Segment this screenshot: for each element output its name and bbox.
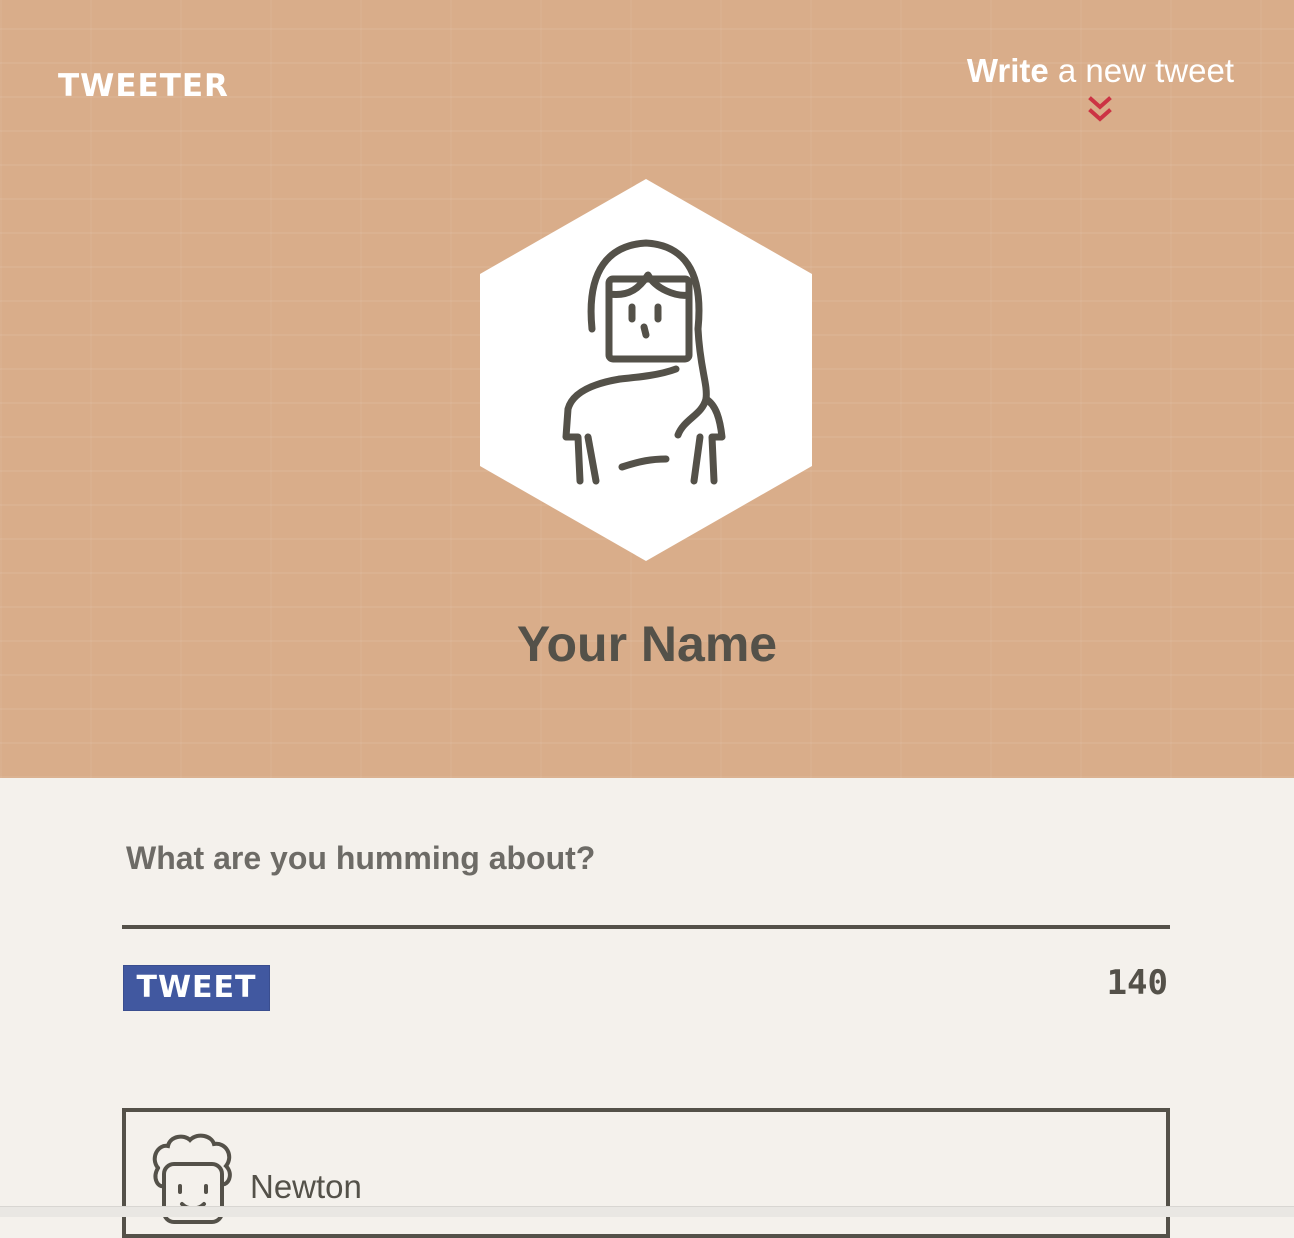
double-chevron-down-icon[interactable] xyxy=(1088,96,1112,126)
profile-hero: TWEETER Write a new tweet Your Name xyxy=(0,0,1294,778)
app-logo[interactable]: TWEETER xyxy=(58,68,229,104)
tweet-author-name: Newton xyxy=(250,1168,362,1205)
tweet-input[interactable]: What are you humming about? xyxy=(126,840,595,877)
tweet-card: Newton xyxy=(122,1108,1170,1238)
composer-divider xyxy=(122,925,1170,929)
page-bottom-edge xyxy=(0,1206,1294,1217)
write-link-rest: a new tweet xyxy=(1048,52,1234,89)
user-avatar-icon xyxy=(480,179,812,561)
write-link-bold: Write xyxy=(966,52,1049,89)
char-counter: 140 xyxy=(1106,963,1168,1003)
profile-name: Your Name xyxy=(516,616,778,672)
write-new-tweet-link[interactable]: Write a new tweet xyxy=(967,52,1234,90)
tweet-button[interactable]: TWEET xyxy=(123,965,270,1011)
